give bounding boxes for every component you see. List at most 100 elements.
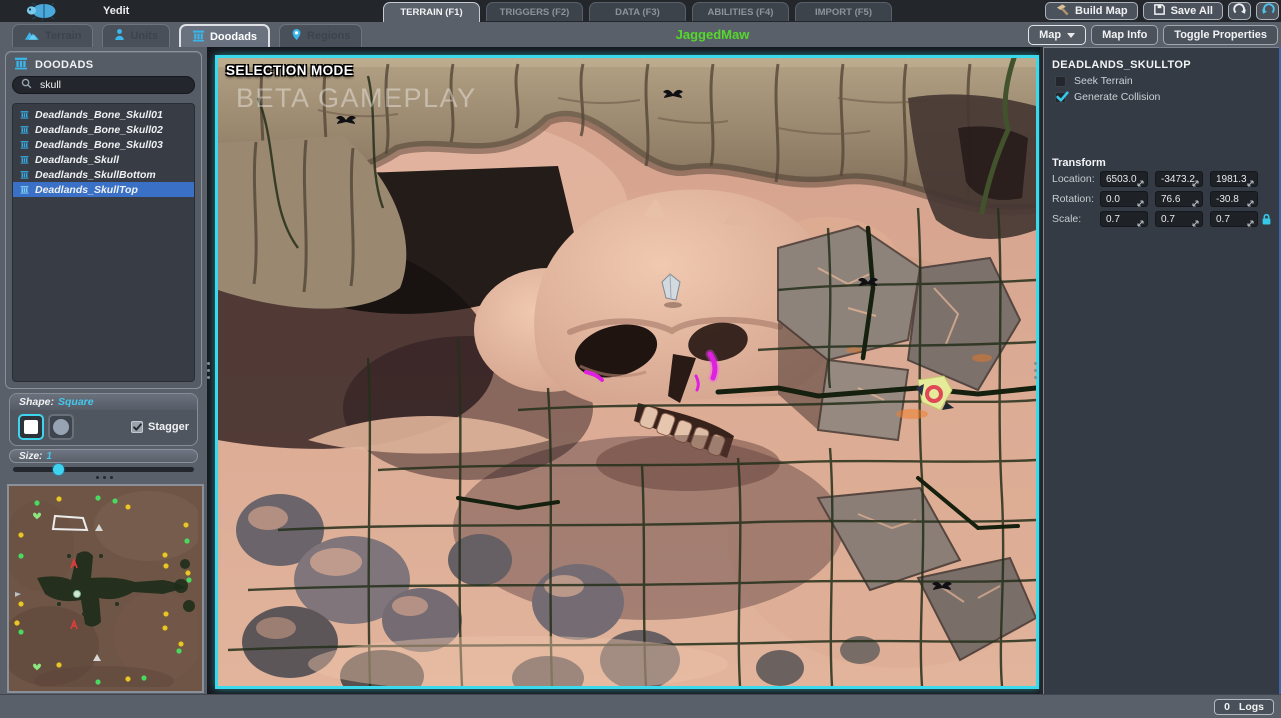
doodads-panel: DOODADS Deadlands_Bone_Skull01 Deadlands… [5,51,202,389]
pillar-icon [20,110,29,119]
transform-heading: Transform [1052,157,1106,169]
yedit-editor-window: Yedit TERRAIN (F1) TRIGGERS (F2) DATA (F… [0,0,1281,718]
selection-mode-label: SELECTION MODE [226,63,353,78]
scale-lock-icon[interactable] [1261,213,1272,231]
tab-import-f5[interactable]: IMPORT (F5) [795,2,892,21]
list-item-deadlands-skullbottom[interactable]: Deadlands_SkullBottom [13,167,194,182]
list-item-deadlands-skulltop[interactable]: Deadlands_SkullTop [13,182,194,197]
tab-terrain-f1[interactable]: TERRAIN (F1) [383,2,480,22]
circle-icon [53,419,69,435]
size-slider[interactable] [13,467,194,472]
scrub-arrows-icon[interactable] [1136,215,1145,233]
rotation-z-field[interactable]: -30.8 [1210,191,1258,207]
scrub-arrows-icon[interactable] [1246,215,1255,233]
scale-y-field[interactable]: 0.7 [1155,211,1203,227]
tool-tab-regions[interactable]: Regions [279,24,362,47]
mountain-icon [24,29,40,44]
location-row: Location: 6503.0 -3473.2 1981.3 [1043,171,1281,187]
tab-abilities-f4[interactable]: ABILITIES (F4) [692,2,789,21]
viewport-scene [218,58,1036,686]
list-item-deadlands-bone-skull03[interactable]: Deadlands_Bone_Skull03 [13,137,194,152]
logs-button[interactable]: 0 Logs [1214,699,1274,715]
pillar-icon [20,185,29,194]
pillar-icon [14,56,28,73]
map-menu-buttons: Map Map Info Toggle Properties [1028,25,1278,45]
document-tabs: TERRAIN (F1) TRIGGERS (F2) DATA (F3) ABI… [383,2,892,22]
chevron-down-icon [1067,33,1075,38]
size-panel: Size:1 [9,449,198,476]
checkbox-box [1055,92,1066,103]
map-dropdown-button[interactable]: Map [1028,25,1086,45]
tool-tab-doodads[interactable]: Doodads [179,24,270,47]
doodads-panel-header: DOODADS [6,52,201,76]
tool-tab-terrain[interactable]: Terrain [12,24,93,47]
square-shape-button[interactable] [18,414,44,440]
search-icon [21,76,32,94]
scale-x-field[interactable]: 0.7 [1100,211,1148,227]
undo-arrow-icon [1261,3,1275,19]
toolbar-row: Terrain Units Doodads Regions JaggedMaw … [0,22,1281,49]
status-bar: 0 Logs [0,694,1281,718]
redo-arrow-icon [1233,3,1247,19]
location-x-field[interactable]: 6503.0 [1100,171,1148,187]
shape-label: Shape:Square [10,394,197,410]
tool-tab-units[interactable]: Units [102,24,170,47]
shape-panel: Shape:Square Stagger [9,393,198,446]
undo-button[interactable] [1256,2,1279,20]
doodad-search-input[interactable] [38,78,186,92]
minimap[interactable] [7,484,204,693]
top-bar: Yedit TERRAIN (F1) TRIGGERS (F2) DATA (F… [0,0,1281,22]
tab-triggers-f2[interactable]: TRIGGERS (F2) [486,2,583,21]
size-slider-knob[interactable] [53,464,64,475]
location-y-field[interactable]: -3473.2 [1155,171,1203,187]
left-splitter-handle[interactable] [207,362,210,379]
person-icon [114,28,125,44]
hammer-icon [1055,3,1070,19]
tab-data-f3[interactable]: DATA (F3) [589,2,686,21]
shape-value: Square [58,396,94,408]
3d-viewport[interactable]: SELECTION MODE BETA GAMEPLAY [215,55,1039,689]
pillar-icon [20,155,29,164]
pillar-icon [20,170,29,179]
scrub-arrows-icon[interactable] [1191,215,1200,233]
check-icon [1056,91,1069,105]
map-pin-icon [291,28,302,44]
build-map-button[interactable]: Build Map [1045,2,1138,20]
floppy-disk-icon [1153,3,1166,19]
redo-button[interactable] [1228,2,1251,20]
stagger-checkbox[interactable]: Stagger [131,421,189,433]
map-info-button[interactable]: Map Info [1091,25,1158,45]
rotation-x-field[interactable]: 0.0 [1100,191,1148,207]
save-all-button[interactable]: Save All [1143,2,1223,20]
toggle-properties-button[interactable]: Toggle Properties [1163,25,1278,45]
list-item-deadlands-bone-skull02[interactable]: Deadlands_Bone_Skull02 [13,122,194,137]
scale-row: Scale: 0.7 0.7 0.7 [1043,211,1281,227]
list-item-deadlands-bone-skull01[interactable]: Deadlands_Bone_Skull01 [13,107,194,122]
rotation-y-field[interactable]: 76.6 [1155,191,1203,207]
tool-tabs: Terrain Units Doodads Regions [12,24,362,47]
app-title: Yedit [103,5,129,17]
size-label: Size:1 [9,449,198,463]
shape-buttons: Stagger [10,410,197,440]
pillar-icon [20,125,29,134]
list-item-deadlands-skull[interactable]: Deadlands_Skull [13,152,194,167]
logs-count-badge: 0 [1224,701,1230,713]
pillar-icon [20,140,29,149]
location-z-field[interactable]: 1981.3 [1210,171,1258,187]
generate-collision-checkbox[interactable]: Generate Collision [1055,91,1160,103]
beta-gameplay-watermark: BETA GAMEPLAY [236,83,477,114]
square-icon [24,420,38,434]
doodads-panel-title: DOODADS [35,59,93,71]
right-splitter-handle[interactable] [1034,362,1037,379]
scale-z-field[interactable]: 0.7 [1210,211,1258,227]
logs-label: Logs [1239,701,1264,713]
rotation-row: Rotation: 0.0 76.6 -30.8 [1043,191,1281,207]
doodad-list: Deadlands_Bone_Skull01 Deadlands_Bone_Sk… [12,103,195,382]
circle-shape-button[interactable] [48,414,74,440]
checkbox-box [131,421,143,433]
doodad-search-box [12,76,195,94]
size-value: 1 [46,451,52,462]
seek-terrain-checkbox[interactable]: Seek Terrain [1055,75,1133,87]
panel-resize-handle[interactable] [96,476,113,479]
pillar-icon [192,29,205,45]
